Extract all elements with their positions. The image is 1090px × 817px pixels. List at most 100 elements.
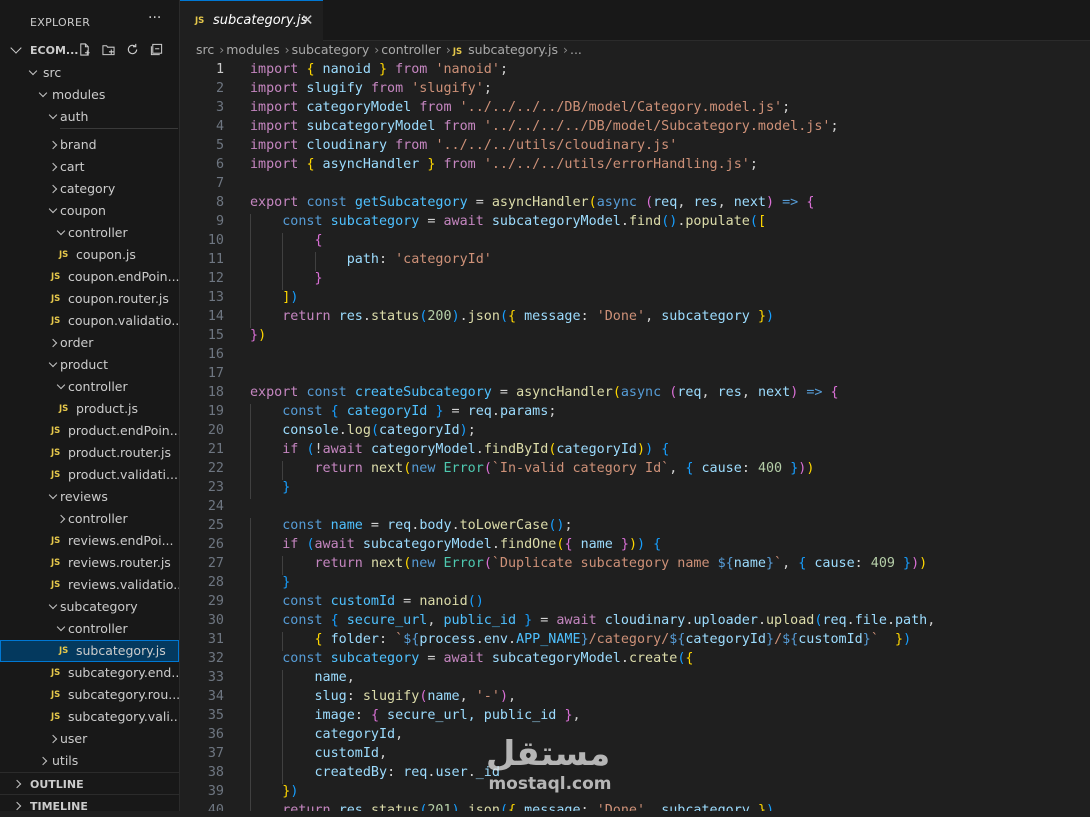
code-line[interactable]: 28 } xyxy=(180,575,1090,594)
line-number: 36 xyxy=(207,727,224,742)
code-line[interactable]: 5 import cloudinary from '../../../utils/… xyxy=(180,138,1090,157)
code-line[interactable]: 32 const subcategory = await subcategory… xyxy=(180,651,1090,670)
tree-file[interactable]: JS subcategory.vali... xyxy=(0,706,179,728)
tree-file[interactable]: JS subcategory.rou... xyxy=(0,684,179,706)
breadcrumb-item[interactable]: modules xyxy=(226,42,279,57)
tree-folder[interactable]: category xyxy=(0,178,179,200)
tree-file[interactable]: JS coupon.validatio... xyxy=(0,310,179,332)
code-line[interactable]: 38 createdBy: req.user._id xyxy=(180,765,1090,784)
tree-folder[interactable]: brand xyxy=(0,134,179,156)
tree-folder[interactable]: product xyxy=(0,354,179,376)
tree-item-label: product.js xyxy=(76,401,139,416)
code-line[interactable]: 7 xyxy=(180,176,1090,195)
code-editor[interactable]: 1 import { nanoid } from 'nanoid'; 2 import… xyxy=(180,62,1090,811)
code-line[interactable]: 24 xyxy=(180,499,1090,518)
tree-folder[interactable]: reviews xyxy=(0,486,179,508)
tab-subcategory-js[interactable]: JS subcategory.js ✕ xyxy=(180,0,323,41)
code-line[interactable]: 39 }) xyxy=(180,784,1090,803)
close-icon[interactable]: ✕ xyxy=(301,11,314,29)
new-folder-icon[interactable] xyxy=(102,43,115,56)
code-line[interactable]: 20 console.log(categoryId); xyxy=(180,423,1090,442)
code-line[interactable]: 25 const name = req.body.toLowerCase(); xyxy=(180,518,1090,537)
code-line[interactable]: 15}) xyxy=(180,328,1090,347)
tree-file[interactable]: JS product.endPoin... xyxy=(0,420,179,442)
tree-folder[interactable]: src xyxy=(0,62,179,84)
refresh-icon[interactable] xyxy=(126,43,139,56)
tree-file[interactable]: JS subcategory.js xyxy=(0,640,179,662)
breadcrumb-item[interactable]: src xyxy=(196,42,214,57)
tree-folder[interactable]: cart xyxy=(0,156,179,178)
code-line[interactable]: 31 { folder: `${process.env.APP_NAME}/ca… xyxy=(180,632,1090,651)
tree-folder[interactable]: controller xyxy=(0,222,179,244)
code-line[interactable]: 30 const { secure_url, public_id } = awa… xyxy=(180,613,1090,632)
new-file-icon[interactable] xyxy=(78,43,91,56)
code-line[interactable]: 17 xyxy=(180,366,1090,385)
code-token: res xyxy=(717,385,742,400)
breadcrumb-item[interactable]: ... xyxy=(570,42,582,57)
tree-file[interactable]: JS coupon.endPoin... xyxy=(0,266,179,288)
code-line[interactable]: 9 const subcategory = await subcategoryM… xyxy=(180,214,1090,233)
code-line[interactable]: 29 const customId = nanoid() xyxy=(180,594,1090,613)
js-file-icon: JS xyxy=(51,536,61,546)
code-line[interactable]: 21 if (!await categoryModel.findById(cat… xyxy=(180,442,1090,461)
code-line[interactable]: 34 slug: slugify(name, '-'), xyxy=(180,689,1090,708)
code-text: if (!await categoryModel.findById(catego… xyxy=(250,442,669,457)
workspace-header[interactable]: ECOM... xyxy=(0,40,179,62)
tree-folder[interactable]: auth xyxy=(0,106,179,128)
tree-file[interactable]: JS product.js xyxy=(0,398,179,420)
tree-folder[interactable]: utils xyxy=(0,750,179,772)
tree-file[interactable]: JS reviews.validatio... xyxy=(0,574,179,596)
code-line[interactable]: 36 categoryId, xyxy=(180,727,1090,746)
code-token: ${ xyxy=(717,556,734,571)
tree-file[interactable]: JS coupon.router.js xyxy=(0,288,179,310)
tree-folder[interactable]: order xyxy=(0,332,179,354)
tree-folder[interactable]: controller xyxy=(0,376,179,398)
tree-file[interactable]: JS subcategory.end... xyxy=(0,662,179,684)
code-token: async xyxy=(596,195,637,210)
tree-file[interactable]: JS product.validati... xyxy=(0,464,179,486)
more-actions-icon[interactable]: ··· xyxy=(148,10,161,26)
code-line[interactable]: 8 export const getSubcategory = asyncHand… xyxy=(180,195,1090,214)
code-line[interactable]: 37 customId, xyxy=(180,746,1090,765)
breadcrumb-item[interactable]: subcategory xyxy=(292,42,370,57)
breadcrumb-item[interactable]: subcategory.js xyxy=(468,42,558,57)
code-line[interactable]: 26 if (await subcategoryModel.findOne({ … xyxy=(180,537,1090,556)
collapse-all-icon[interactable] xyxy=(150,43,163,56)
tree-file[interactable]: JS reviews.router.js xyxy=(0,552,179,574)
code-line[interactable]: 6 import { asyncHandler } from '../../../… xyxy=(180,157,1090,176)
tree-folder[interactable]: subcategory xyxy=(0,596,179,618)
code-token: } xyxy=(282,575,291,590)
code-line[interactable]: 14 return res.status(200).json({ message… xyxy=(180,309,1090,328)
tree-file[interactable]: JS product.router.js xyxy=(0,442,179,464)
tree-folder[interactable]: controller xyxy=(0,508,179,530)
code-line[interactable]: 40 return res.status(201).json({ message… xyxy=(180,803,1090,811)
code-line[interactable]: 16 xyxy=(180,347,1090,366)
tree-folder[interactable]: coupon xyxy=(0,200,179,222)
breadcrumb-item[interactable]: controller xyxy=(381,42,441,57)
code-line[interactable]: 2 import slugify from 'slugify'; xyxy=(180,81,1090,100)
code-line[interactable]: 1 import { nanoid } from 'nanoid'; xyxy=(180,62,1090,81)
code-line[interactable]: 35 image: { secure_url, public_id }, xyxy=(180,708,1090,727)
code-line[interactable]: 33 name, xyxy=(180,670,1090,689)
code-line[interactable]: 22 return next(new Error(`In-valid categ… xyxy=(180,461,1090,480)
code-line[interactable]: 3 import categoryModel from '../../../../… xyxy=(180,100,1090,119)
tree-file[interactable]: JS coupon.js xyxy=(0,244,179,266)
code-token: 'Done' xyxy=(596,309,646,324)
section-outline[interactable]: OUTLINE xyxy=(0,772,179,795)
code-line[interactable]: 23 } xyxy=(180,480,1090,499)
section-timeline[interactable]: TIMELINE xyxy=(0,794,179,817)
tree-folder[interactable]: modules xyxy=(0,84,179,106)
code-line[interactable]: 4 import subcategoryModel from '../../../… xyxy=(180,119,1090,138)
code-line[interactable]: 13 ]) xyxy=(180,290,1090,309)
tree-folder[interactable]: controller xyxy=(0,618,179,640)
code-line[interactable]: 11 path: 'categoryId' xyxy=(180,252,1090,271)
code-line[interactable]: 19 const { categoryId } = req.params; xyxy=(180,404,1090,423)
code-token: if xyxy=(282,442,299,457)
code-line[interactable]: 12 } xyxy=(180,271,1090,290)
tree-folder[interactable]: user xyxy=(0,728,179,750)
js-file-icon: JS xyxy=(452,47,463,57)
code-line[interactable]: 18 export const createSubcategory = async… xyxy=(180,385,1090,404)
code-line[interactable]: 27 return next(new Error(`Duplicate subc… xyxy=(180,556,1090,575)
tree-file[interactable]: JS reviews.endPoi... xyxy=(0,530,179,552)
code-line[interactable]: 10 { xyxy=(180,233,1090,252)
